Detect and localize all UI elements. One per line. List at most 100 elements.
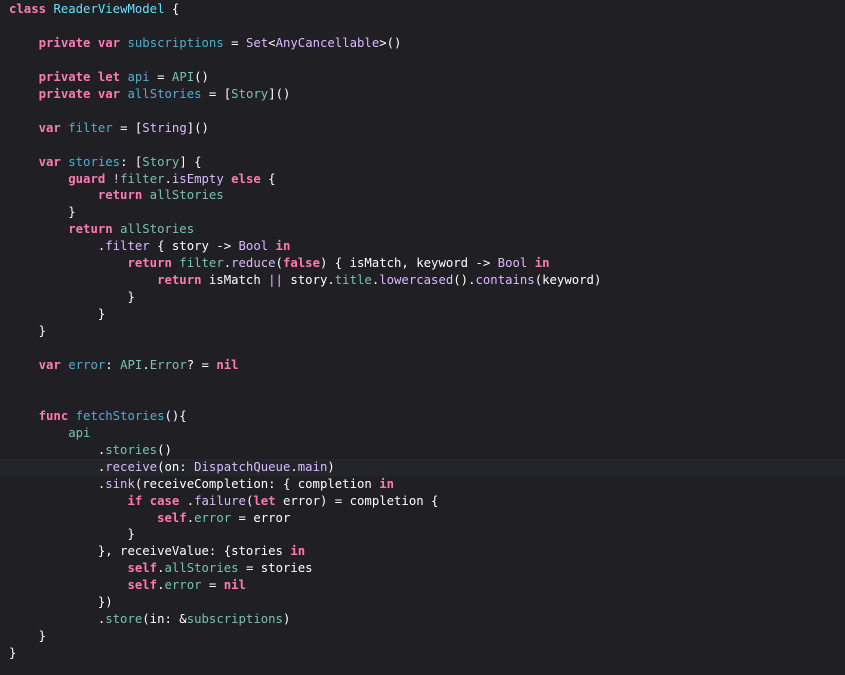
code-token: nil bbox=[223, 578, 246, 593]
code-line-text: var stories: [Story] { bbox=[9, 154, 202, 171]
code-line[interactable]: private let api = API() bbox=[0, 69, 845, 86]
code-token: Bool bbox=[497, 256, 528, 271]
code-token: . bbox=[290, 459, 298, 474]
code-token: title bbox=[334, 273, 372, 288]
code-line[interactable] bbox=[0, 103, 845, 120]
code-token: = bbox=[223, 35, 246, 50]
code-token: . bbox=[157, 561, 165, 576]
code-line[interactable]: guard !filter.isEmpty else { bbox=[0, 171, 845, 188]
code-token: ] { bbox=[179, 154, 202, 169]
code-token: let bbox=[97, 69, 121, 84]
code-token: (in: & bbox=[142, 612, 187, 627]
code-line[interactable]: } bbox=[0, 526, 845, 543]
code-token: } bbox=[9, 307, 106, 322]
code-token: filter bbox=[179, 256, 224, 271]
code-line[interactable]: }) bbox=[0, 594, 845, 611]
code-token: } bbox=[9, 527, 135, 542]
code-token: if bbox=[127, 493, 143, 508]
code-line[interactable]: var stories: [Story] { bbox=[0, 154, 845, 171]
code-line[interactable]: return isMatch || story.title.lowercased… bbox=[0, 272, 845, 289]
code-line[interactable]: } bbox=[0, 204, 845, 221]
code-token: stories bbox=[68, 154, 121, 169]
code-line[interactable]: } bbox=[0, 289, 845, 306]
code-line[interactable]: } bbox=[0, 306, 845, 323]
code-line[interactable]: .sink(receiveCompletion: { completion in bbox=[0, 476, 845, 493]
code-token: . bbox=[142, 357, 150, 372]
code-line-text: if case .failure(let error) = completion… bbox=[9, 493, 438, 510]
code-token: guard bbox=[68, 171, 106, 186]
code-line[interactable]: } bbox=[0, 323, 845, 340]
code-token: error bbox=[164, 578, 202, 593]
code-line[interactable] bbox=[0, 18, 845, 35]
code-token: failure bbox=[194, 493, 246, 508]
code-line[interactable] bbox=[0, 52, 845, 69]
code-line[interactable]: return filter.reduce(false) { isMatch, k… bbox=[0, 255, 845, 272]
code-token: var bbox=[38, 154, 61, 169]
code-token: fetchStories bbox=[75, 408, 165, 423]
code-token: { story -> bbox=[149, 239, 239, 254]
current-code-line[interactable]: .receive(on: DispatchQueue.main) bbox=[0, 458, 845, 476]
code-line[interactable]: class ReaderViewModel { bbox=[0, 1, 845, 18]
code-editor[interactable]: class ReaderViewModel { private var subs… bbox=[0, 0, 845, 675]
code-token: in bbox=[379, 476, 394, 491]
code-token: filter bbox=[120, 171, 165, 186]
code-line[interactable]: return allStories bbox=[0, 221, 845, 238]
code-token: self bbox=[127, 578, 158, 593]
code-token: . bbox=[157, 578, 165, 593]
code-line[interactable] bbox=[0, 374, 845, 391]
code-line[interactable]: if case .failure(let error) = completion… bbox=[0, 493, 845, 510]
code-token: . bbox=[9, 442, 106, 457]
code-line[interactable]: .stories() bbox=[0, 442, 845, 459]
code-line-text: private let api = API() bbox=[9, 69, 209, 86]
code-line[interactable]: private var allStories = [Story]() bbox=[0, 86, 845, 103]
code-line[interactable]: return allStories bbox=[0, 187, 845, 204]
code-line-text: guard !filter.isEmpty else { bbox=[9, 171, 275, 188]
code-line[interactable]: var filter = [String]() bbox=[0, 120, 845, 137]
code-line[interactable] bbox=[0, 340, 845, 357]
code-line[interactable]: self.allStories = stories bbox=[0, 560, 845, 577]
code-token: var bbox=[38, 357, 61, 372]
code-token: API bbox=[171, 69, 195, 84]
code-line-text: self.allStories = stories bbox=[9, 560, 312, 577]
code-line[interactable]: self.error = error bbox=[0, 510, 845, 527]
code-line[interactable]: private var subscriptions = Set<AnyCance… bbox=[0, 35, 845, 52]
code-line[interactable]: } bbox=[0, 645, 845, 662]
code-token: private bbox=[38, 35, 91, 50]
code-token: : bbox=[105, 357, 121, 372]
code-line[interactable]: func fetchStories(){ bbox=[0, 408, 845, 425]
code-token: = [ bbox=[201, 86, 232, 101]
code-line[interactable] bbox=[0, 137, 845, 154]
code-line-text: } bbox=[9, 628, 46, 645]
code-line[interactable]: .store(in: &subscriptions) bbox=[0, 611, 845, 628]
code-line[interactable]: } bbox=[0, 628, 845, 645]
code-line[interactable]: }, receiveValue: {stories in bbox=[0, 543, 845, 560]
code-line[interactable]: var error: API.Error? = nil bbox=[0, 357, 845, 374]
code-token: ) bbox=[282, 612, 291, 627]
code-line[interactable]: .filter { story -> Bool in bbox=[0, 238, 845, 255]
code-line[interactable]: self.error = nil bbox=[0, 577, 845, 594]
code-line-text: .store(in: &subscriptions) bbox=[9, 611, 291, 628]
code-line[interactable] bbox=[0, 391, 845, 408]
code-token: stories bbox=[105, 442, 158, 457]
code-token: DispatchQueue bbox=[194, 459, 291, 474]
code-token: : [ bbox=[120, 154, 143, 169]
code-line-text: .sink(receiveCompletion: { completion in bbox=[9, 476, 394, 493]
code-line-text: func fetchStories(){ bbox=[9, 408, 187, 425]
code-token: (){ bbox=[164, 408, 187, 423]
code-line[interactable]: api bbox=[0, 425, 845, 442]
code-token: } bbox=[9, 629, 47, 644]
